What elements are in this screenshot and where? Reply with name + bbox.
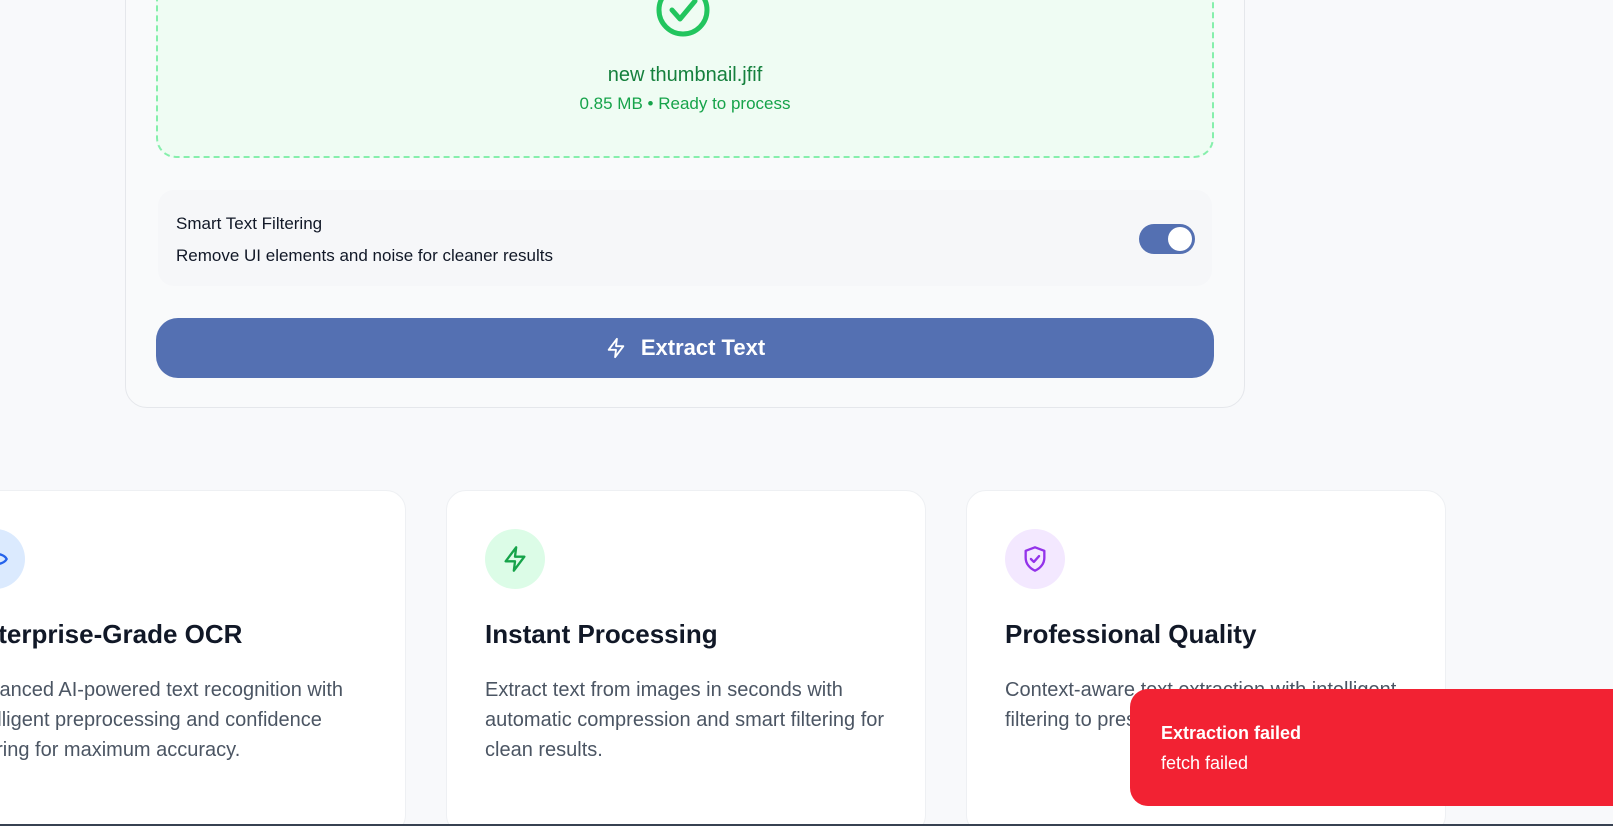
smart-filter-description: Remove UI elements and noise for cleaner…	[176, 246, 554, 265]
bolt-icon	[504, 546, 526, 572]
feature-title: Instant Processing	[485, 619, 718, 649]
feature-icon-bg	[485, 529, 545, 589]
toast-title: Extraction failed	[1161, 723, 1302, 743]
page: new thumbnail.jfif 0.85 MB • Ready to pr…	[0, 0, 1613, 826]
error-toast[interactable]: Extraction failed fetch failed	[1130, 689, 1613, 806]
feature-title: Enterprise-Grade OCR	[0, 619, 243, 649]
bolt-icon	[607, 337, 625, 359]
feature-card-instant: Instant Processing Extract text from ima…	[446, 490, 926, 826]
extract-text-button[interactable]: Extract Text	[156, 318, 1214, 378]
check-circle-icon	[656, 0, 710, 37]
toast-message: fetch failed	[1161, 753, 1249, 773]
feature-description: Extract text from images in seconds with…	[485, 679, 885, 761]
file-name: new thumbnail.jfif	[607, 64, 763, 86]
feature-card-ocr: Enterprise-Grade OCR Advanced AI-powered…	[0, 490, 406, 826]
feature-title: Professional Quality	[1005, 619, 1257, 649]
smart-filter-toggle[interactable]	[1139, 224, 1195, 254]
smart-filter-panel	[158, 190, 1212, 286]
eye-icon	[0, 553, 8, 565]
toggle-knob	[1168, 227, 1192, 251]
feature-icon-bg	[1005, 529, 1065, 589]
feature-description: Advanced AI-powered text recognition wit…	[0, 679, 343, 761]
smart-filter-title: Smart Text Filtering	[176, 214, 323, 233]
shield-check-icon	[1024, 546, 1046, 572]
feature-icon-bg	[0, 529, 25, 589]
file-meta: 0.85 MB • Ready to process	[579, 94, 791, 113]
extract-text-label: Extract Text	[640, 335, 766, 360]
